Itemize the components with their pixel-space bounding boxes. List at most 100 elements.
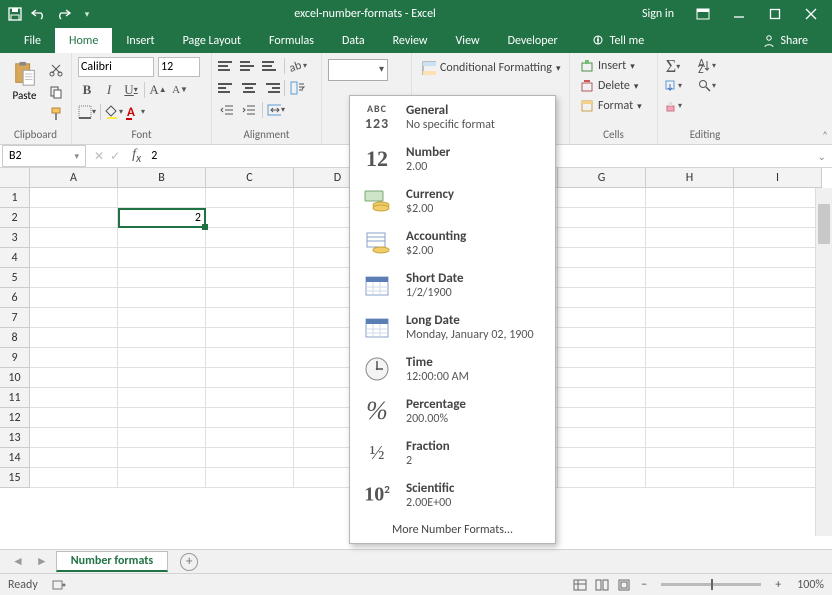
cell[interactable]: [30, 208, 118, 228]
cell[interactable]: [558, 448, 646, 468]
row-header[interactable]: 11: [0, 388, 30, 408]
cell[interactable]: [646, 188, 734, 208]
cell[interactable]: [646, 328, 734, 348]
row-header[interactable]: 13: [0, 428, 30, 448]
cell[interactable]: [646, 448, 734, 468]
tab-view[interactable]: View: [442, 28, 494, 53]
cell[interactable]: [30, 388, 118, 408]
tab-developer[interactable]: Developer: [494, 28, 572, 53]
row-header[interactable]: 4: [0, 248, 30, 268]
more-number-formats-link[interactable]: More Number Formats...: [350, 516, 555, 543]
redo-icon[interactable]: [54, 5, 72, 23]
tab-home[interactable]: Home: [55, 28, 112, 53]
cell[interactable]: [30, 428, 118, 448]
decrease-font-icon[interactable]: A▼: [171, 81, 189, 99]
cell[interactable]: [30, 348, 118, 368]
autosum-icon[interactable]: Σ▾: [664, 57, 682, 75]
row-header[interactable]: 14: [0, 448, 30, 468]
number-format-option[interactable]: 102Scientific2.00E+00: [350, 474, 555, 516]
tab-formulas[interactable]: Formulas: [255, 28, 328, 53]
cell[interactable]: [30, 448, 118, 468]
cell[interactable]: [118, 348, 206, 368]
row-header[interactable]: 3: [0, 228, 30, 248]
cell[interactable]: [734, 348, 822, 368]
number-format-combo[interactable]: [328, 59, 388, 81]
cell[interactable]: [206, 408, 294, 428]
cell[interactable]: [558, 208, 646, 228]
bold-button[interactable]: B: [78, 81, 96, 99]
align-left-icon[interactable]: [218, 80, 236, 96]
increase-indent-icon[interactable]: [240, 101, 258, 119]
cell[interactable]: [206, 328, 294, 348]
sheet-nav-next-icon[interactable]: ►: [32, 554, 52, 569]
row-header[interactable]: 5: [0, 268, 30, 288]
cell[interactable]: [206, 208, 294, 228]
cell[interactable]: [558, 228, 646, 248]
view-normal-icon[interactable]: [569, 577, 591, 593]
row-header[interactable]: 7: [0, 308, 30, 328]
cell[interactable]: [646, 368, 734, 388]
cell[interactable]: [558, 428, 646, 448]
cell[interactable]: [118, 328, 206, 348]
new-sheet-button[interactable]: +: [172, 553, 206, 571]
cell[interactable]: [30, 468, 118, 488]
underline-button[interactable]: U▾: [122, 81, 140, 99]
cell[interactable]: [558, 328, 646, 348]
cell[interactable]: [646, 408, 734, 428]
insert-cells-button[interactable]: Insert▾: [576, 57, 639, 75]
number-format-option[interactable]: %Percentage200.00%: [350, 390, 555, 432]
decrease-indent-icon[interactable]: [218, 101, 236, 119]
cell[interactable]: [646, 208, 734, 228]
row-header[interactable]: 6: [0, 288, 30, 308]
cell[interactable]: [118, 188, 206, 208]
number-format-option[interactable]: ½Fraction2: [350, 432, 555, 474]
italic-button[interactable]: I: [100, 81, 118, 99]
number-format-option[interactable]: Accounting $2.00: [350, 222, 555, 264]
cell[interactable]: [118, 388, 206, 408]
cell[interactable]: [646, 228, 734, 248]
number-format-option[interactable]: Long DateMonday, January 02, 1900: [350, 306, 555, 348]
cell[interactable]: [30, 288, 118, 308]
minimize-icon[interactable]: [724, 2, 754, 26]
column-header[interactable]: B: [118, 168, 206, 188]
row-header[interactable]: 10: [0, 368, 30, 388]
cell[interactable]: [646, 288, 734, 308]
fill-icon[interactable]: ▾: [664, 77, 682, 95]
cell[interactable]: [206, 388, 294, 408]
font-size-select[interactable]: [158, 57, 200, 77]
cell[interactable]: [646, 348, 734, 368]
cell[interactable]: [30, 368, 118, 388]
view-page-layout-icon[interactable]: [591, 577, 613, 593]
cell[interactable]: [206, 448, 294, 468]
number-format-option[interactable]: 12Number2.00: [350, 138, 555, 180]
zoom-in-button[interactable]: +: [769, 578, 787, 592]
cell[interactable]: [118, 308, 206, 328]
undo-icon[interactable]: [30, 5, 48, 23]
cell[interactable]: [558, 188, 646, 208]
cell[interactable]: [118, 368, 206, 388]
cell[interactable]: [646, 268, 734, 288]
sheet-nav-prev-icon[interactable]: ◄: [8, 554, 28, 569]
expand-formula-bar-icon[interactable]: ⌄: [812, 150, 832, 163]
cell[interactable]: [558, 248, 646, 268]
share-button[interactable]: Share: [748, 28, 822, 53]
align-top-icon[interactable]: [218, 58, 236, 74]
enter-formula-icon[interactable]: ✓: [110, 149, 120, 164]
cell[interactable]: [734, 408, 822, 428]
cell[interactable]: [30, 408, 118, 428]
format-painter-icon[interactable]: [47, 105, 65, 123]
cell[interactable]: [118, 448, 206, 468]
cell[interactable]: [646, 388, 734, 408]
cell[interactable]: [558, 308, 646, 328]
row-header[interactable]: 8: [0, 328, 30, 348]
find-select-icon[interactable]: ▾: [698, 77, 716, 95]
tab-file[interactable]: File: [10, 28, 55, 53]
cell[interactable]: [30, 328, 118, 348]
column-header[interactable]: A: [30, 168, 118, 188]
conditional-formatting-button[interactable]: Conditional Formatting ▾: [418, 59, 564, 77]
row-header[interactable]: 2: [0, 208, 30, 228]
cell[interactable]: [734, 308, 822, 328]
number-format-option[interactable]: Time12:00:00 AM: [350, 348, 555, 390]
view-page-break-icon[interactable]: [613, 577, 635, 593]
cell[interactable]: [206, 228, 294, 248]
